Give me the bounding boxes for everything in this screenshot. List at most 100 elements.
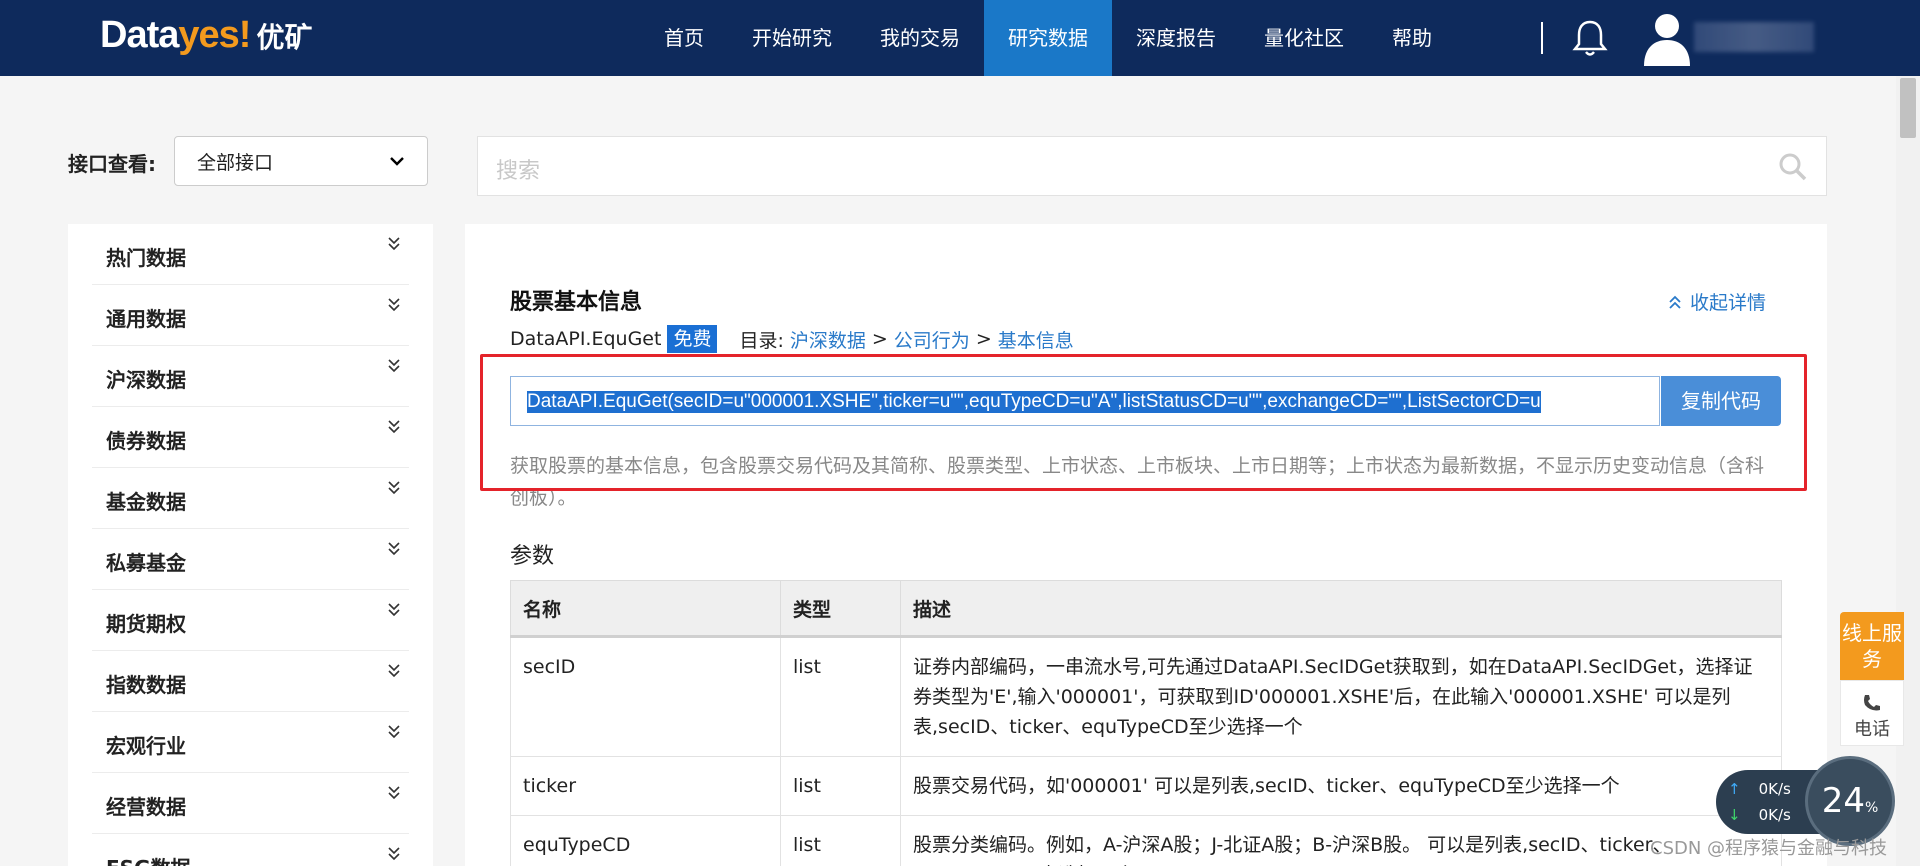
scrollbar-thumb[interactable] (1900, 78, 1916, 138)
breadcrumb-hs-data[interactable]: 沪深数据 (790, 326, 866, 353)
cpu-usage-gauge[interactable]: 24% (1805, 756, 1895, 846)
sidebar-item-index-data[interactable]: 指数数据 (92, 651, 409, 712)
download-speed: 0K/s (1758, 806, 1791, 824)
chevron-down-icon (390, 157, 404, 166)
nav-home[interactable]: 首页 (640, 0, 728, 76)
sidebar-item-esg-data[interactable]: ESG数据 (92, 834, 409, 866)
api-code-text: DataAPI.EquGet(secID=u"000001.XSHE",tick… (527, 391, 1541, 413)
datayes-logo[interactable]: Data yes! 优矿 (100, 14, 312, 62)
table-row: equTypeCD list 股票分类编码。例如，A-沪深A股；J-北证A股；B… (510, 815, 1782, 866)
chevron-double-down-icon (388, 298, 400, 312)
param-name: equTypeCD (510, 815, 781, 866)
param-desc: 证券内部编码，一串流水号,可先通过DataAPI.SecIDGet获取到，如在D… (900, 636, 1782, 757)
table-row: secID list 证券内部编码，一串流水号,可先通过DataAPI.SecI… (510, 636, 1782, 757)
params-table: 名称 类型 描述 secID list 证券内部编码，一串流水号,可先通过Dat… (510, 580, 1782, 866)
sidebar-item-label: 债券数据 (106, 429, 186, 453)
column-header-name: 名称 (510, 580, 781, 638)
page-scrollbar[interactable] (1896, 76, 1920, 866)
param-name: secID (510, 636, 781, 757)
breadcrumb-separator: > (975, 328, 992, 350)
param-desc: 股票交易代码，如'000001' 可以是列表,secID、ticker、equT… (900, 756, 1782, 816)
copy-code-button[interactable]: 复制代码 (1661, 376, 1781, 426)
phone-button[interactable]: 电话 (1840, 680, 1904, 746)
sidebar-item-label: 热门数据 (106, 246, 186, 270)
chevron-double-down-icon (388, 359, 400, 373)
search-input[interactable]: 搜索 (477, 136, 1827, 196)
interface-filter-select[interactable]: 全部接口 (174, 136, 428, 186)
chevron-double-down-icon (388, 786, 400, 800)
sidebar-item-bond-data[interactable]: 债券数据 (92, 407, 409, 468)
column-header-type: 类型 (780, 580, 901, 638)
nav-depth-report[interactable]: 深度报告 (1112, 0, 1240, 76)
sidebar-item-label: ESG数据 (106, 852, 190, 866)
chevron-double-down-icon (388, 725, 400, 739)
api-meta-line: DataAPI.EquGet 免费 目录: 沪深数据 > 公司行为 > 基本信息 (510, 325, 1074, 353)
breadcrumb-basic-info[interactable]: 基本信息 (998, 326, 1074, 353)
sidebar-item-label: 经营数据 (106, 795, 186, 819)
nav-divider (1541, 22, 1543, 54)
sidebar-item-label: 指数数据 (106, 673, 186, 697)
download-arrow-icon: ↓ (1728, 806, 1741, 824)
sidebar-item-label: 期货期权 (106, 612, 186, 636)
upload-arrow-icon: ↑ (1728, 780, 1741, 798)
search-icon[interactable] (1778, 152, 1808, 182)
username-blurred (1694, 22, 1814, 52)
sidebar-item-label: 沪深数据 (106, 368, 186, 392)
sidebar-item-private-fund[interactable]: 私募基金 (92, 529, 409, 590)
filter-label: 接口查看: (68, 152, 156, 176)
param-name: ticker (510, 756, 781, 816)
watermark-text: CSDN @程序猿与金融与科技 (1650, 838, 1888, 859)
bell-icon[interactable] (1568, 16, 1612, 60)
table-row: ticker list 股票交易代码，如'000001' 可以是列表,secID… (510, 756, 1782, 816)
breadcrumb-separator: > (871, 328, 888, 350)
chevron-double-down-icon (388, 847, 400, 861)
sidebar-item-label: 私募基金 (106, 551, 186, 575)
search-placeholder: 搜索 (496, 159, 541, 184)
table-header-row: 名称 类型 描述 (510, 580, 1782, 638)
top-navbar: Data yes! 优矿 首页 开始研究 我的交易 研究数据 深度报告 量化社区 帮… (0, 0, 1920, 76)
column-header-description: 描述 (900, 580, 1782, 638)
sidebar-item-futures-options[interactable]: 期货期权 (92, 590, 409, 651)
breadcrumb-corporate-action[interactable]: 公司行为 (894, 326, 970, 353)
phone-label: 电话 (1854, 719, 1890, 740)
user-avatar-icon[interactable] (1640, 10, 1694, 66)
nav-quant-community[interactable]: 量化社区 (1240, 0, 1368, 76)
chevron-double-down-icon (388, 542, 400, 556)
sidebar-item-fund-data[interactable]: 基金数据 (92, 468, 409, 529)
chevron-double-down-icon (388, 481, 400, 495)
chevron-double-down-icon (388, 664, 400, 678)
main-nav: 首页 开始研究 我的交易 研究数据 深度报告 量化社区 帮助 (640, 0, 1456, 76)
nav-start-research[interactable]: 开始研究 (728, 0, 856, 76)
sidebar-item-label: 通用数据 (106, 307, 186, 331)
filter-selected-value: 全部接口 (197, 151, 274, 174)
gauge-unit: % (1864, 800, 1879, 816)
chevron-double-down-icon (388, 420, 400, 434)
catalog-label: 目录: (739, 329, 784, 352)
api-description: 获取股票的基本信息，包含股票交易代码及其简称、股票类型、上市状态、上市板块、上市… (510, 455, 1765, 509)
online-service-button[interactable]: 线上服务 (1840, 612, 1904, 680)
nav-research-data[interactable]: 研究数据 (984, 0, 1112, 76)
params-heading: 参数 (510, 544, 555, 569)
sidebar-item-general-data[interactable]: 通用数据 (92, 285, 409, 346)
api-name: DataAPI.EquGet (510, 328, 662, 350)
sidebar-item-hot-data[interactable]: 热门数据 (92, 224, 409, 285)
nav-help[interactable]: 帮助 (1368, 0, 1456, 76)
category-sidebar: 热门数据 通用数据 沪深数据 债券数据 基金数据 私募基金 期货期权 指数数据 … (68, 224, 433, 866)
chevron-double-down-icon (388, 603, 400, 617)
collapse-details-button[interactable]: 收起详情 (1668, 288, 1766, 315)
upload-speed: 0K/s (1758, 780, 1791, 798)
sidebar-item-operating-data[interactable]: 经营数据 (92, 773, 409, 834)
param-type: list (780, 636, 901, 757)
page-title: 股票基本信息 (510, 290, 643, 315)
api-code-field[interactable]: DataAPI.EquGet(secID=u"000001.XSHE",tick… (510, 376, 1660, 426)
phone-icon (1864, 695, 1880, 711)
nav-my-trading[interactable]: 我的交易 (856, 0, 984, 76)
sidebar-item-label: 宏观行业 (106, 734, 186, 758)
param-type: list (780, 756, 901, 816)
gauge-value: 24 (1821, 781, 1865, 821)
sidebar-item-macro-industry[interactable]: 宏观行业 (92, 712, 409, 773)
sidebar-item-label: 基金数据 (106, 490, 186, 514)
param-type: list (780, 815, 901, 866)
sidebar-item-hs-data[interactable]: 沪深数据 (92, 346, 409, 407)
chevron-double-down-icon (388, 237, 400, 251)
